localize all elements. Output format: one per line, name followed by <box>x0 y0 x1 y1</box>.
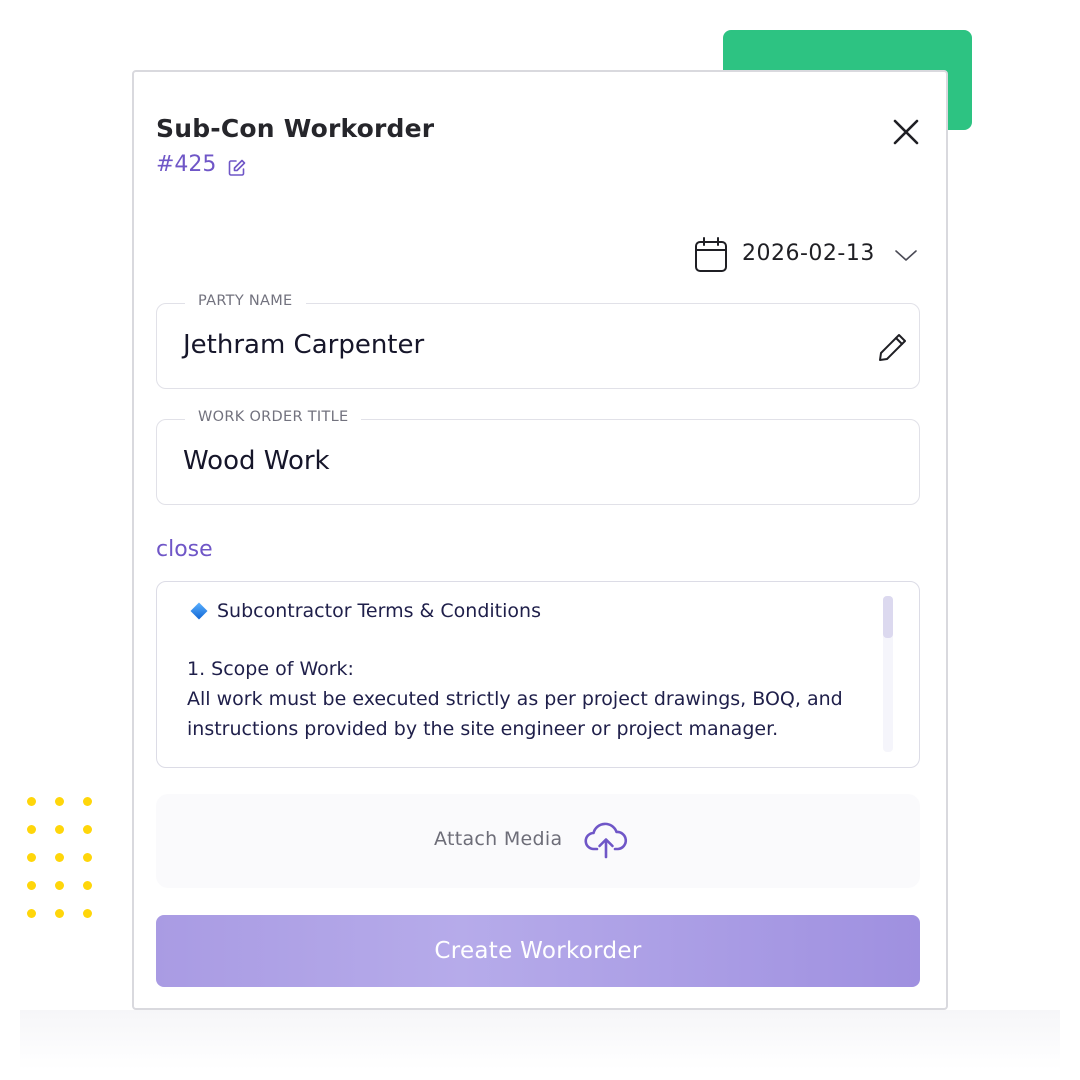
create-workorder-button[interactable]: Create Workorder <box>156 915 920 987</box>
calendar-icon <box>695 237 727 272</box>
terms-line: All work must be executed strictly as pe… <box>187 688 843 710</box>
decorative-dot-grid <box>27 797 97 922</box>
decorative-shadow <box>20 1010 1060 1070</box>
attach-media-label: Attach Media <box>434 828 563 850</box>
chevron-down-icon <box>895 250 917 261</box>
date-picker[interactable]: 2026-02-13 <box>692 235 926 275</box>
date-value: 2026-02-13 <box>742 241 875 266</box>
work-order-title-field[interactable]: WORK ORDER TITLE Wood Work <box>156 409 920 505</box>
party-name-field[interactable]: PARTY NAME Jethram Carpenter <box>156 293 920 389</box>
pencil-icon[interactable] <box>877 331 909 363</box>
terms-close-link[interactable]: close <box>156 537 213 562</box>
terms-heading-text: Subcontractor Terms & Conditions <box>217 600 541 622</box>
party-name-value: Jethram Carpenter <box>183 330 425 360</box>
work-order-title-value: Wood Work <box>183 446 330 476</box>
order-number: #425 <box>156 152 217 177</box>
upload-cloud-icon <box>584 822 628 859</box>
page: Sub-Con Workorder #425 2026-02-13 PARTY … <box>0 0 1080 1080</box>
edit-icon[interactable] <box>227 158 247 178</box>
terms-line: 1. Scope of Work: <box>187 658 354 680</box>
terms-content: Subcontractor Terms & Conditions 1. Scop… <box>187 600 877 744</box>
close-icon[interactable] <box>890 116 922 148</box>
scrollbar[interactable] <box>883 596 893 752</box>
scrollbar-thumb[interactable] <box>883 596 893 638</box>
terms-heading: Subcontractor Terms & Conditions <box>187 600 877 622</box>
attach-media-button[interactable]: Attach Media <box>156 794 920 888</box>
workorder-modal: Sub-Con Workorder #425 2026-02-13 PARTY … <box>132 70 948 1010</box>
modal-title: Sub-Con Workorder <box>156 114 435 143</box>
work-order-title-label: WORK ORDER TITLE <box>185 409 362 425</box>
diamond-icon <box>190 602 208 620</box>
party-name-label: PARTY NAME <box>185 293 306 309</box>
terms-textarea[interactable]: Subcontractor Terms & Conditions 1. Scop… <box>156 581 920 768</box>
terms-line: instructions provided by the site engine… <box>187 718 779 740</box>
